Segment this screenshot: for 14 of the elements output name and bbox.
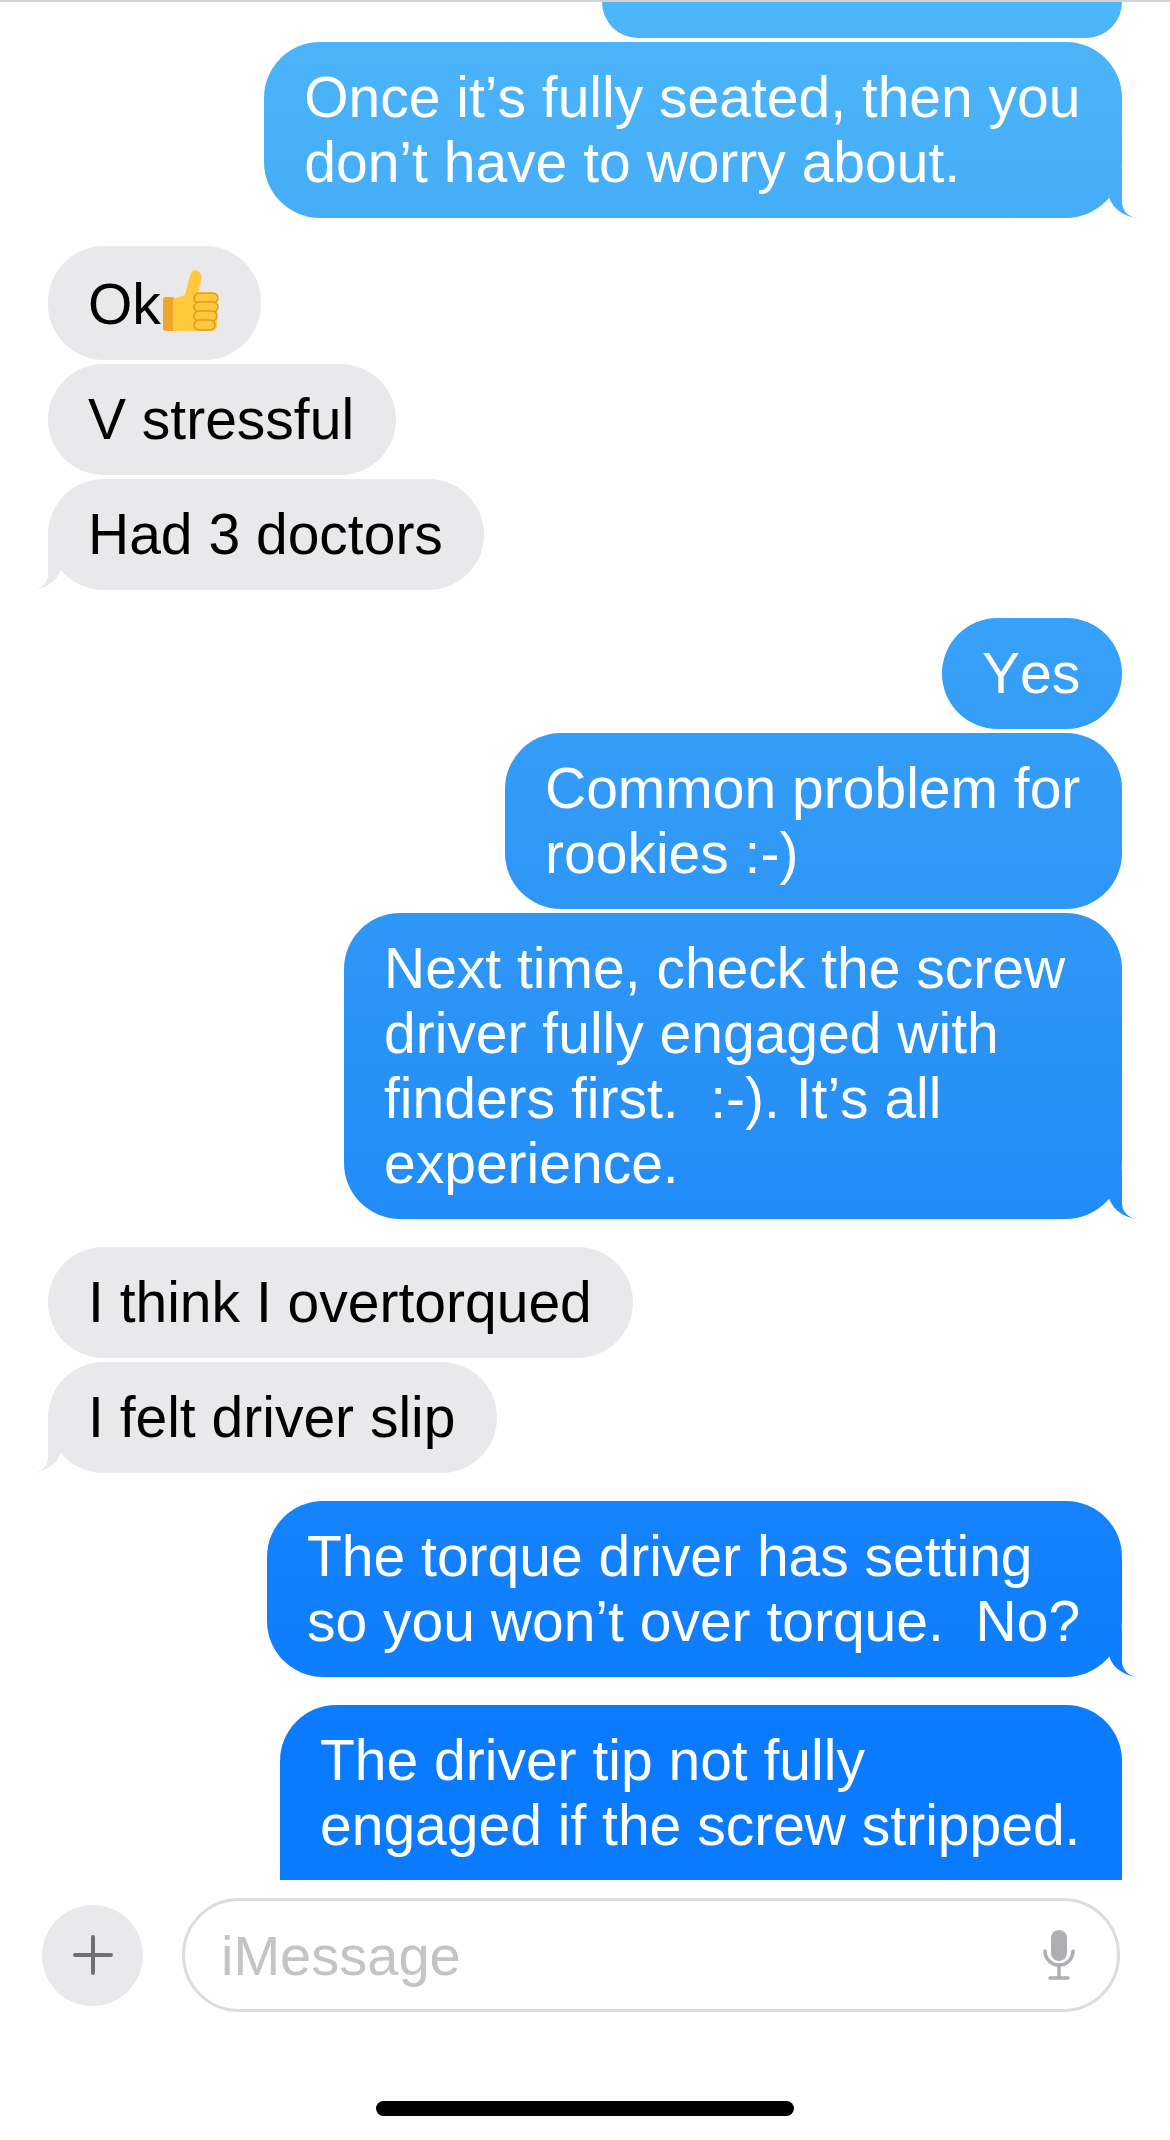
message-text: Had 3 doctors [88,502,443,566]
message-text: I think I overtorqued [88,1270,592,1334]
plus-icon [72,1935,113,1975]
thumbs-up-icon [160,269,221,333]
message-text: Common problem for rookies :-) [545,756,1081,885]
message-text: The driver tip not fully engaged if the screw stripped. [320,1728,1081,1857]
message-text: Next time, check the screw driver fully engaged with finders first. :-). It’s all experience. [384,936,1067,1195]
message-text: The torque driver has setting so you won’t over torque. No? [307,1524,1081,1653]
message-text: Ok [88,272,161,336]
message-text: Once it’s fully seated, then you don’t have to worry about. [304,65,1082,194]
message-text: Yes [982,641,1081,705]
message-text: V stressful [88,387,355,451]
message-text: I felt driver slip [88,1385,456,1449]
message-input[interactable]: iMessage [182,1898,1120,2012]
